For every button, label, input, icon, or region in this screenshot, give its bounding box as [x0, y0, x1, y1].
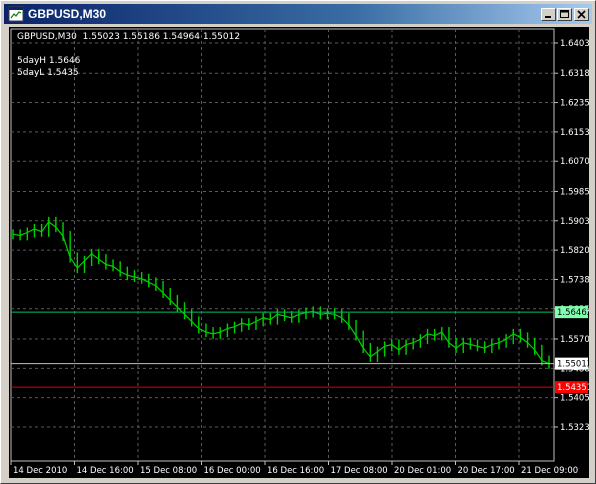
minimize-icon — [545, 16, 551, 18]
price-axis-label: 1.63180 — [560, 69, 589, 79]
price-axis-label: 1.62355 — [560, 99, 589, 109]
low-price-label: 1.54351 — [557, 383, 589, 393]
time-axis-label: 20 Dec 17:00 — [458, 466, 515, 476]
time-axis-label: 14 Dec 16:00 — [77, 466, 134, 476]
price-axis-label: 1.59030 — [560, 217, 589, 227]
high-price-label: 1.56462 — [557, 308, 589, 318]
plot-frame — [10, 28, 555, 462]
close-icon — [577, 10, 586, 19]
price-axis-label: 1.60705 — [560, 157, 589, 167]
title-bar[interactable]: GBPUSD,M30 — [4, 4, 592, 24]
chart-window-icon — [8, 6, 24, 22]
chart-canvas: 1.64030 1.63180 1.62355 1.61530 1.60705 1.598… — [10, 28, 589, 476]
maximize-icon — [560, 10, 569, 18]
five-day-low-note: 5dayL 1.5435 — [17, 68, 79, 78]
time-axis-label: 21 Dec 09:00 — [521, 466, 578, 476]
price-axis-label: 1.61530 — [560, 128, 589, 138]
time-axis-label: 15 Dec 08:00 — [140, 466, 197, 476]
maximize-button[interactable] — [557, 8, 572, 21]
price-axis-label: 1.59855 — [560, 187, 589, 197]
time-axis-label: 17 Dec 08:00 — [331, 466, 388, 476]
ohlc-values: 1.55023 1.55186 1.54964 1.55012 — [82, 32, 241, 42]
price-series-line — [12, 220, 550, 365]
price-axis-label: 1.54055 — [560, 394, 589, 404]
symbol-ohlc-readout: GBPUSD,M30 1.55023 1.55186 1.54964 1.550… — [17, 32, 240, 42]
price-axis-label: 1.64030 — [560, 39, 589, 49]
time-axis-label: 16 Dec 16:00 — [267, 466, 324, 476]
time-axis-label: 16 Dec 00:00 — [204, 466, 261, 476]
chart-window: GBPUSD,M30 1.640301.631801.623551.615301… — [0, 0, 596, 484]
bid-price-label: 1.55012 — [557, 360, 589, 370]
price-axis-label: 1.55705 — [560, 335, 589, 345]
five-day-high-note: 5dayH 1.5646 — [17, 56, 81, 66]
time-axis-label: 14 Dec 2010 — [13, 466, 67, 476]
price-axis-label: 1.53230 — [560, 423, 589, 433]
price-axis-label: 1.57380 — [560, 275, 589, 285]
window-title: GBPUSD,M30 — [28, 7, 107, 21]
minimize-button[interactable] — [541, 8, 556, 21]
close-button[interactable] — [574, 8, 589, 21]
price-axis-label: 1.58205 — [560, 246, 589, 256]
symbol-label: GBPUSD,M30 — [17, 32, 77, 42]
time-axis-label: 20 Dec 01:00 — [394, 466, 451, 476]
price-chart[interactable]: 1.64030 1.63180 1.62355 1.61530 1.60705 1.598… — [9, 27, 589, 478]
